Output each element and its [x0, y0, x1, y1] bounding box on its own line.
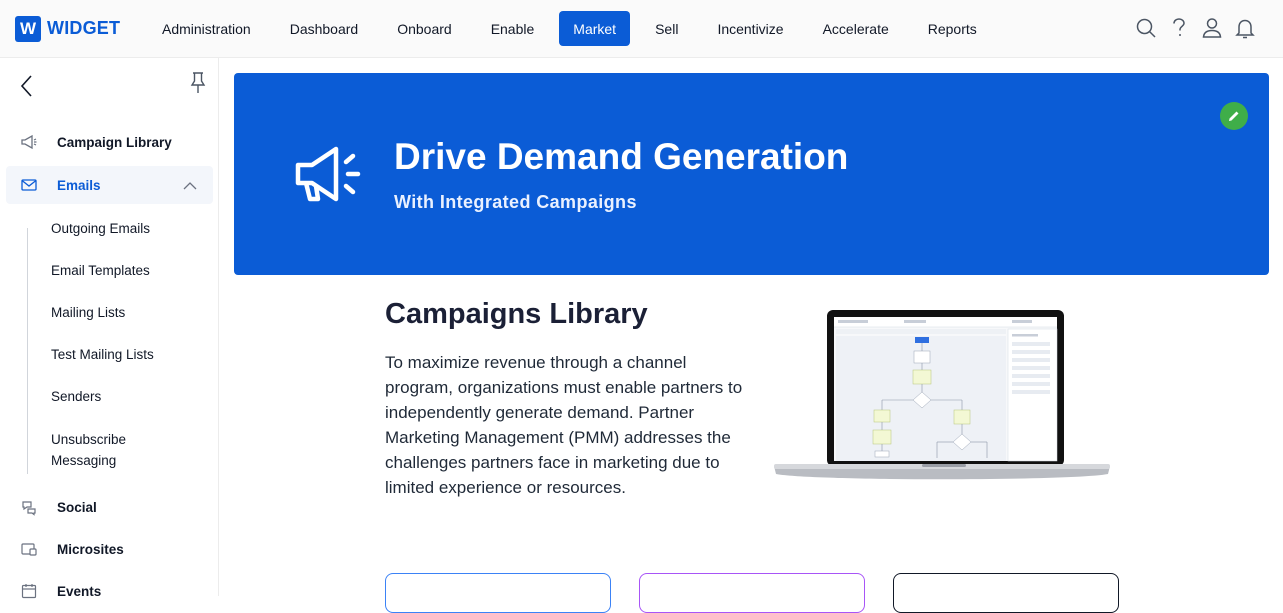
bell-icon[interactable] [1233, 14, 1257, 42]
sidebar-subitem-mailing-lists[interactable]: Mailing Lists [51, 302, 125, 323]
nav-dashboard[interactable]: Dashboard [276, 11, 373, 46]
sidebar-subitem-senders[interactable]: Senders [51, 386, 101, 407]
sidebar-item-label: Events [57, 583, 102, 599]
sidebar-item-label: Social [57, 499, 97, 515]
megaphone-icon [290, 141, 366, 212]
help-icon[interactable] [1167, 14, 1191, 42]
pin-icon[interactable] [188, 70, 210, 96]
sidebar-subitem-test-mailing-lists[interactable]: Test Mailing Lists [51, 344, 154, 365]
brand-badge: W [15, 15, 41, 42]
feature-card-3[interactable] [893, 573, 1119, 613]
social-icon [19, 497, 39, 517]
section-description: To maximize revenue through a channel pr… [385, 353, 743, 497]
sidebar-item-microsites[interactable]: Microsites [6, 530, 213, 568]
laptop-illustration [772, 306, 1112, 486]
microsite-icon [19, 539, 39, 559]
nav-onboard[interactable]: Onboard [383, 11, 465, 46]
sidebar-subitem-outgoing-emails[interactable]: Outgoing Emails [51, 218, 150, 239]
pencil-icon [1229, 111, 1239, 121]
sidebar: Campaign Library Emails Outgoing Emails … [0, 58, 219, 599]
sidebar-header [0, 58, 218, 116]
subitem-label-line-1: Unsubscribe [51, 432, 127, 447]
subitem-label-line-2: Messaging [51, 453, 117, 468]
sidebar-item-label: Microsites [57, 541, 124, 557]
hero-banner: Drive Demand Generation With Integrated … [234, 73, 1269, 275]
nav-sell[interactable]: Sell [641, 11, 692, 46]
megaphone-icon [19, 132, 39, 152]
nav-enable[interactable]: Enable [477, 11, 549, 46]
chevron-up-icon[interactable] [183, 178, 197, 196]
sidebar-item-campaign-library[interactable]: Campaign Library [6, 123, 213, 161]
sidebar-item-emails[interactable]: Emails [6, 166, 213, 204]
submenu-guide-line [27, 228, 28, 474]
collapse-back-icon[interactable] [16, 72, 40, 100]
nav-administration[interactable]: Administration [148, 11, 265, 46]
sidebar-item-label: Campaign Library [57, 134, 172, 150]
feature-card-1[interactable] [385, 573, 611, 613]
nav-incentivize[interactable]: Incentivize [703, 11, 797, 46]
section-title: Campaigns Library [385, 298, 648, 330]
envelope-icon [19, 175, 39, 195]
nav-reports[interactable]: Reports [914, 11, 991, 46]
sidebar-subitem-email-templates[interactable]: Email Templates [51, 260, 150, 281]
brand-logo[interactable]: W WIDGET [15, 15, 155, 42]
top-bar: W WIDGET Administration Dashboard Onboar… [0, 0, 1283, 58]
feature-card-2[interactable] [639, 573, 865, 613]
nav-market[interactable]: Market [559, 11, 631, 46]
calendar-icon [19, 581, 39, 601]
sidebar-item-label: Emails [57, 177, 101, 193]
hero-subtitle: With Integrated Campaigns [394, 192, 637, 212]
main-nav: Administration Dashboard Onboard Enable … [148, 11, 1002, 46]
hero-title: Drive Demand Generation [394, 136, 849, 177]
search-icon[interactable] [1134, 14, 1158, 42]
brand-name: WIDGET [47, 18, 121, 38]
top-icons [1125, 14, 1257, 42]
sidebar-item-social[interactable]: Social [6, 488, 213, 526]
sidebar-subitem-unsubscribe-messaging[interactable]: Unsubscribe Messaging [51, 429, 126, 471]
user-icon[interactable] [1200, 14, 1224, 42]
edit-pencil-button[interactable] [1220, 102, 1248, 130]
nav-accelerate[interactable]: Accelerate [809, 11, 903, 46]
sidebar-item-events[interactable]: Events [6, 572, 213, 610]
